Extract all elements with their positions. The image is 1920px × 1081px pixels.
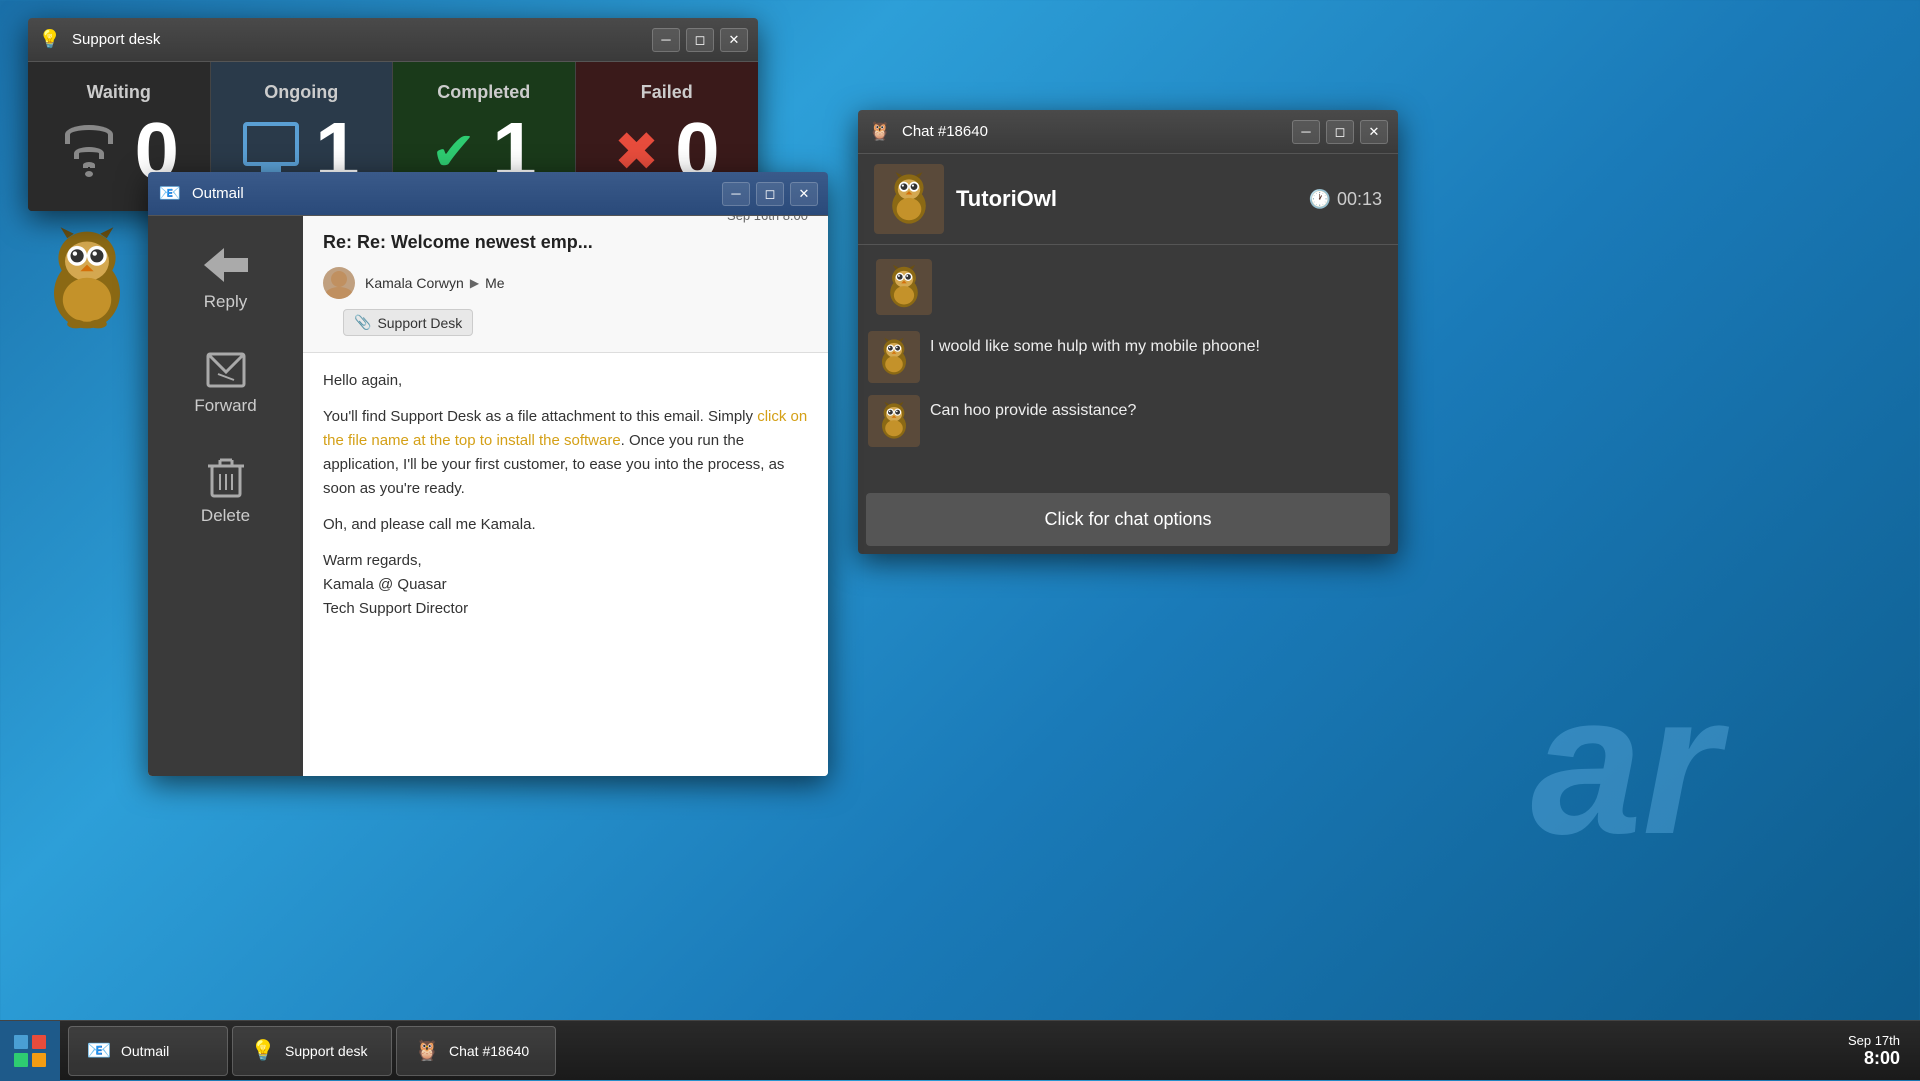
taskbar-date: Sep 17th [1848, 1033, 1900, 1048]
completed-label: Completed [437, 82, 530, 103]
taskbar-outmail-label: Outmail [121, 1043, 169, 1059]
chat-msg-avatar-2 [868, 331, 920, 383]
email-to-name: Me [485, 275, 504, 291]
taskbar-item-chat[interactable]: 🦉 Chat #18640 [396, 1026, 556, 1076]
sender-avatar [323, 267, 355, 299]
chat-timer: 🕐 00:13 [1309, 189, 1382, 210]
chat-message-1: I woold like some hulp with my mobile ph… [868, 331, 1388, 383]
delete-button[interactable]: Delete [148, 436, 303, 546]
email-date: Sep 16th 8:00 [727, 216, 808, 223]
support-desk-titlebar[interactable]: 💡 Support desk ─ ◻ ✕ [28, 18, 758, 62]
taskbar-items: 📧 Outmail 💡 Support desk 🦉 Chat #18640 [60, 1026, 1828, 1076]
wifi-icon [59, 125, 119, 177]
chat-maximize-btn[interactable]: ◻ [1326, 120, 1354, 144]
email-paragraph-2: Oh, and please call me Kamala. [323, 513, 808, 537]
taskbar-item-outmail[interactable]: 📧 Outmail [68, 1026, 228, 1076]
chat-message-1-text: I woold like some hulp with my mobile ph… [930, 331, 1260, 359]
taskbar-outmail-icon: 📧 [85, 1037, 113, 1065]
chat-messages-area: I woold like some hulp with my mobile ph… [858, 245, 1398, 485]
outmail-close-btn[interactable]: ✕ [790, 182, 818, 206]
chat-title: Chat #18640 [902, 123, 1282, 140]
chat-controls: ─ ◻ ✕ [1292, 120, 1388, 144]
chat-agent-name: TutoriOwl [956, 186, 1297, 212]
chat-window: 🦉 Chat #18640 ─ ◻ ✕ [858, 110, 1398, 554]
attachment-name: Support Desk [377, 315, 462, 331]
chat-body: TutoriOwl 🕐 00:13 [858, 154, 1398, 554]
clock-icon: 🕐 [1309, 189, 1331, 210]
chat-msg-avatar-1 [876, 259, 932, 315]
failed-label: Failed [641, 82, 693, 103]
email-subject: Re: Re: Welcome newest emp... [323, 232, 593, 253]
taskbar-chat-label: Chat #18640 [449, 1043, 529, 1059]
email-paragraph-1: You'll find Support Desk as a file attac… [323, 405, 808, 501]
chat-minimize-btn[interactable]: ─ [1292, 120, 1320, 144]
outmail-minimize-btn[interactable]: ─ [722, 182, 750, 206]
email-body: Hello again, You'll find Support Desk as… [303, 353, 828, 649]
reply-icon [204, 246, 248, 284]
chat-message-2: Can hoo provide assistance? [868, 395, 1388, 447]
taskbar-clock: Sep 17th 8:00 [1828, 1033, 1920, 1069]
support-desk-title: Support desk [72, 31, 642, 48]
support-desk-minimize-btn[interactable]: ─ [652, 28, 680, 52]
email-text-before-highlight: You'll find Support Desk as a file attac… [323, 408, 757, 425]
chat-owl-avatar [874, 164, 944, 234]
desktop-watermark: ar [1531, 650, 1720, 880]
start-button[interactable] [0, 1021, 60, 1081]
email-header: Re: Re: Welcome newest emp... Sep 16th 8… [303, 216, 828, 353]
taskbar-item-support-desk[interactable]: 💡 Support desk [232, 1026, 392, 1076]
outmail-titlebar[interactable]: 📧 Outmail ─ ◻ ✕ [148, 172, 828, 216]
outmail-title-icon: 📧 [158, 182, 182, 206]
chat-msg-avatar-3 [868, 395, 920, 447]
wifi-arc-small [83, 162, 95, 168]
attachment-icon: 📎 [354, 314, 371, 331]
chat-titlebar[interactable]: 🦉 Chat #18640 ─ ◻ ✕ [858, 110, 1398, 154]
delete-icon [208, 456, 244, 498]
chat-title-icon: 🦉 [868, 120, 892, 144]
desktop-owl-logo [32, 225, 142, 335]
outmail-body: Reply Forward [148, 216, 828, 776]
ongoing-label: Ongoing [264, 82, 338, 103]
forward-label: Forward [194, 396, 256, 416]
taskbar: 📧 Outmail 💡 Support desk 🦉 Chat #18640 S… [0, 1020, 1920, 1080]
outmail-window: 📧 Outmail ─ ◻ ✕ Reply [148, 172, 828, 776]
screen-icon [243, 122, 299, 166]
reply-label: Reply [204, 292, 247, 312]
email-from-row: Kamala Corwyn ▶ Me [323, 267, 808, 299]
email-content-area: Re: Re: Welcome newest emp... Sep 16th 8… [303, 216, 828, 776]
email-attachment[interactable]: 📎 Support Desk [343, 309, 473, 336]
outmail-controls: ─ ◻ ✕ [722, 182, 818, 206]
email-from-name: Kamala Corwyn [365, 275, 464, 291]
reply-button[interactable]: Reply [148, 226, 303, 332]
support-desk-controls: ─ ◻ ✕ [652, 28, 748, 52]
chat-message-2-text: Can hoo provide assistance? [930, 395, 1136, 423]
wifi-arc-large [65, 125, 113, 144]
taskbar-time: 8:00 [1848, 1048, 1900, 1069]
email-from-text: Kamala Corwyn ▶ Me [365, 275, 505, 291]
email-signature: Warm regards, Kamala @ Quasar Tech Suppo… [323, 549, 808, 621]
chat-owl-row-1 [868, 255, 1388, 319]
wifi-arc-medium [74, 147, 104, 159]
support-desk-title-icon: 💡 [38, 28, 62, 52]
outmail-title: Outmail [192, 185, 712, 202]
email-greeting: Hello again, [323, 369, 808, 393]
email-sig-name: Kamala @ Quasar [323, 576, 447, 593]
forward-icon [206, 352, 246, 388]
wifi-dot [85, 171, 93, 177]
forward-button[interactable]: Forward [148, 332, 303, 436]
email-arrow-icon: ▶ [470, 276, 479, 290]
chat-close-btn[interactable]: ✕ [1360, 120, 1388, 144]
delete-label: Delete [201, 506, 250, 526]
taskbar-chat-icon: 🦉 [413, 1037, 441, 1065]
chat-header: TutoriOwl 🕐 00:13 [858, 154, 1398, 245]
support-desk-maximize-btn[interactable]: ◻ [686, 28, 714, 52]
taskbar-support-icon: 💡 [249, 1037, 277, 1065]
support-desk-close-btn[interactable]: ✕ [720, 28, 748, 52]
outmail-sidebar: Reply Forward [148, 216, 303, 776]
email-sig-title: Tech Support Director [323, 600, 468, 617]
taskbar-support-label: Support desk [285, 1043, 368, 1059]
chat-options-button[interactable]: Click for chat options [866, 493, 1390, 546]
waiting-label: Waiting [87, 82, 151, 103]
chat-timer-value: 00:13 [1337, 189, 1382, 210]
outmail-maximize-btn[interactable]: ◻ [756, 182, 784, 206]
